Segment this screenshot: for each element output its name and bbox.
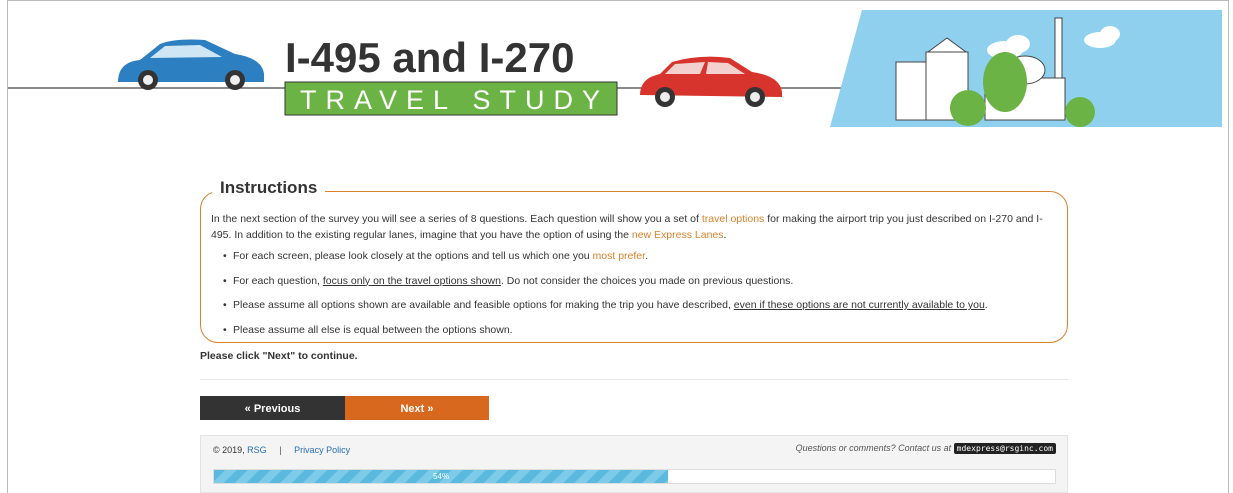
list-item: Please assume all options shown are avai… [223, 298, 1061, 314]
most-prefer-emphasis: most prefer [592, 250, 646, 262]
continue-prompt: Please click "Next" to continue. [200, 350, 358, 362]
list-item-text: . [984, 299, 988, 311]
express-lanes-emphasis: new Express Lanes [631, 228, 724, 241]
list-item: For each question, focus only on the tra… [223, 274, 1061, 290]
city-skyline-icon [830, 10, 1222, 127]
list-item-text: Please assume all else is equal between … [233, 323, 513, 336]
paragraph-text: In the next section of the survey you wi… [211, 213, 702, 225]
footer-left: © 2019, RSG | Privacy Policy [213, 445, 350, 455]
rsg-link[interactable]: RSG [247, 445, 267, 455]
red-car-icon [640, 56, 782, 107]
contact-info: Questions or comments? Contact us at mde… [795, 443, 1056, 454]
progress-fill: 54% [214, 470, 669, 483]
availability-emphasis: even if these options are not currently … [733, 299, 985, 311]
paragraph-text: . [723, 228, 727, 241]
banner-subtitle: TRAVEL STUDY [300, 85, 609, 115]
copyright-text: © 2019, [213, 445, 245, 455]
banner-title: I-495 and I-270 [285, 34, 574, 81]
focus-emphasis: focus only on the travel options shown [322, 274, 501, 287]
header-banner: I-495 and I-270 TRAVEL STUDY [8, 10, 1222, 127]
progress-label: 54% [433, 472, 450, 481]
list-item-text: For each screen, please look closely at … [233, 250, 593, 262]
blue-car-icon [118, 39, 264, 90]
previous-button[interactable]: « Previous [200, 396, 345, 420]
instructions-list: For each screen, please look closely at … [211, 249, 1061, 338]
list-item: Please assume all else is equal between … [223, 323, 1061, 339]
list-item: For each screen, please look closely at … [223, 249, 1061, 265]
instructions-heading: Instructions [212, 178, 326, 198]
list-item-text: . [645, 250, 648, 262]
list-item-text: Please assume all options shown are avai… [233, 299, 734, 311]
contact-text: Questions or comments? Contact us at [795, 443, 952, 453]
contact-email-link[interactable]: mdexpress@rsginc.com [953, 443, 1056, 454]
footer: © 2019, RSG | Privacy Policy Questions o… [200, 435, 1068, 493]
instructions-body: In the next section of the survey you wi… [211, 212, 1061, 347]
list-item-text: For each question, [233, 274, 323, 287]
next-button[interactable]: Next » [345, 396, 489, 420]
privacy-policy-link[interactable]: Privacy Policy [294, 445, 350, 455]
list-item-text: . Do not consider the choices you made o… [500, 274, 794, 287]
progress-bar: 54% [213, 469, 1056, 484]
footer-separator: | [279, 445, 282, 455]
travel-options-emphasis: travel options [701, 213, 765, 225]
instructions-paragraph: In the next section of the survey you wi… [211, 212, 1061, 243]
divider [200, 379, 1068, 380]
